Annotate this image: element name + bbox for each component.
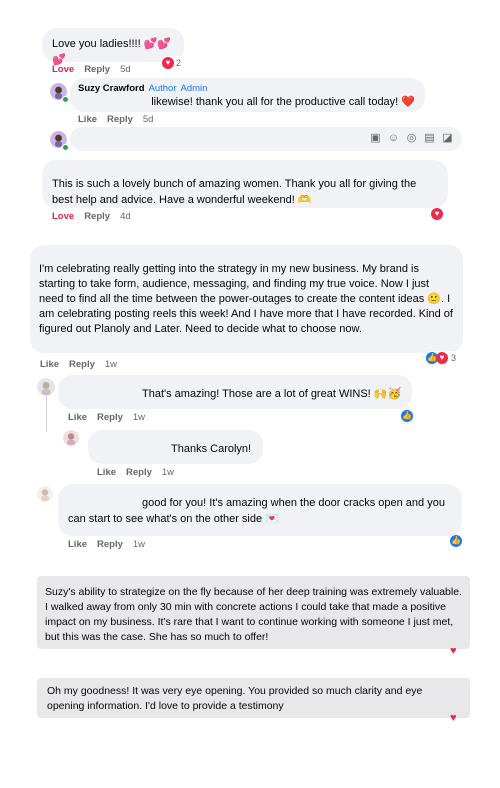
avatar[interactable]: [37, 486, 53, 502]
like-link[interactable]: Like: [40, 359, 59, 370]
comment-bubble: Suzy Crawford Author Admin likewise! thank…: [70, 78, 425, 112]
comment-actions: Love Reply 5d: [52, 64, 141, 75]
love-link[interactable]: Love: [52, 211, 74, 222]
reply-link[interactable]: Reply: [84, 64, 110, 75]
comment-bubble: I'm celebrating really getting into the …: [30, 245, 463, 353]
timestamp: 1w: [161, 467, 175, 478]
comment-actions: Like Reply 5d: [78, 114, 163, 125]
comment-actions: Like Reply 1w: [40, 359, 127, 370]
comment-text: good for you! It's amazing when the door…: [68, 497, 445, 525]
comment-bubble: That's amazing! Those are a lot of great…: [58, 375, 412, 409]
reaction-summary[interactable]: ♥ 2: [160, 56, 184, 70]
comment-text: This is such a lovely bunch of amazing w…: [52, 178, 417, 206]
comment-bubble: good for you! It's amazing when the door…: [58, 484, 462, 536]
heart-icon: ♥: [162, 57, 174, 69]
composer-tools: ▣ ☺ ◎ ▤ ◪: [364, 132, 454, 145]
comment-text: That's amazing! Those are a lot of great…: [142, 388, 402, 400]
reply-link[interactable]: Reply: [69, 359, 95, 370]
comment-text: Thanks Carolyn!: [171, 443, 252, 455]
comment-bubble: This is such a lovely bunch of amazing w…: [42, 160, 448, 208]
comment-text: I'm celebrating really getting into the …: [39, 263, 453, 335]
avatar[interactable]: [37, 378, 55, 396]
reply-link[interactable]: Reply: [107, 114, 133, 125]
thread-connector: [46, 420, 64, 438]
author-badge: Author: [148, 83, 177, 94]
like-link[interactable]: Like: [97, 467, 116, 478]
reply-link[interactable]: Reply: [126, 467, 152, 478]
timestamp: 4d: [120, 211, 131, 222]
reply-composer[interactable]: ▣ ☺ ◎ ▤ ◪: [70, 127, 462, 151]
timestamp: 1w: [132, 539, 146, 550]
testimonial-bubble: Oh my goodness! It was very eye opening.…: [37, 678, 470, 718]
timestamp: 5d: [142, 114, 154, 125]
online-dot: [62, 96, 69, 103]
gif-box-icon[interactable]: ▤: [423, 132, 436, 145]
like-link[interactable]: Like: [68, 412, 87, 423]
reaction-summary[interactable]: 👍: [401, 405, 413, 423]
author-row: Suzy Crawford Author Admin: [78, 83, 415, 95]
gif-icon[interactable]: ▣: [369, 132, 382, 145]
admin-badge: Admin: [180, 83, 208, 94]
sticker-icon[interactable]: ◪: [441, 132, 454, 145]
reaction-summary[interactable]: ♥: [431, 203, 443, 221]
timestamp: 5d: [120, 64, 131, 75]
online-dot: [62, 144, 69, 151]
camera-icon[interactable]: ◎: [405, 132, 418, 145]
comment-actions: Like Reply 1w: [97, 467, 184, 478]
like-link[interactable]: Like: [68, 539, 87, 550]
comment-actions: Like Reply 1w: [68, 412, 155, 423]
heart-icon: ♥: [431, 208, 443, 220]
comment-actions: Like Reply 1w: [68, 539, 155, 550]
reply-link[interactable]: Reply: [84, 211, 110, 222]
comment-bubble: Thanks Carolyn!: [88, 430, 263, 464]
reply-link[interactable]: Reply: [97, 412, 123, 423]
testimonial-text: Oh my goodness! It was very eye opening.…: [47, 685, 423, 712]
love-link[interactable]: Love: [52, 64, 74, 75]
author-name[interactable]: Suzy Crawford: [78, 83, 145, 94]
reply-link[interactable]: Reply: [97, 539, 123, 550]
emoji-icon[interactable]: ☺: [387, 132, 400, 145]
timestamp: 1w: [132, 412, 146, 423]
comment-actions: Love Reply 4d: [52, 211, 141, 222]
heart-icon: ♥: [436, 352, 448, 364]
comment-text: Love you ladies!!!! 💕💕💕: [52, 38, 172, 66]
like-reaction-icon: 👍: [401, 410, 413, 422]
comment-text: likewise! thank you all for the producti…: [151, 96, 415, 108]
heart-icon: ♥: [450, 645, 457, 657]
reaction-count: 2: [176, 58, 182, 68]
like-reaction-icon: 👍: [450, 535, 462, 547]
avatar[interactable]: [63, 430, 79, 446]
timestamp: 1w: [104, 359, 118, 370]
heart-icon: ♥: [450, 712, 457, 724]
testimonial-text: Suzy's ability to strategize on the fly …: [45, 586, 462, 643]
like-link[interactable]: Like: [78, 114, 97, 125]
reaction-summary[interactable]: 👍: [450, 530, 462, 548]
reaction-count: 3: [451, 353, 457, 363]
reaction-summary[interactable]: 👍 ♥ 3: [424, 351, 459, 365]
testimonial-bubble: Suzy's ability to strategize on the fly …: [37, 576, 470, 649]
